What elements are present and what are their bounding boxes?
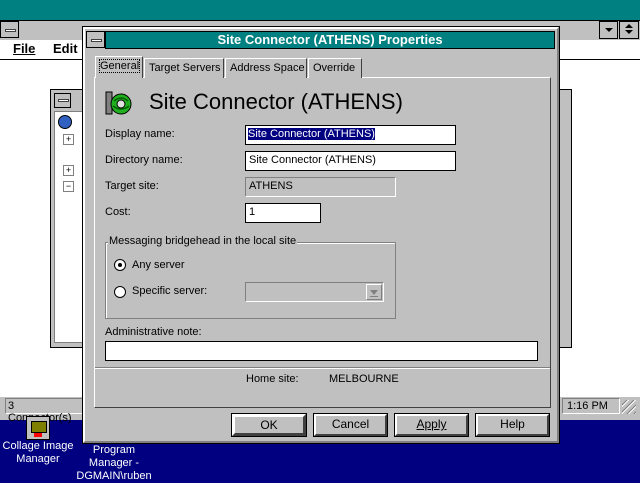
display-name-value: Site Connector (ATHENS) xyxy=(248,128,375,140)
dialog-title-bar[interactable]: Site Connector (ATHENS) Properties xyxy=(105,31,555,49)
directory-name-label: Directory name: xyxy=(105,154,183,166)
dialog-heading: Site Connector (ATHENS) xyxy=(149,89,403,114)
target-site-value: ATHENS xyxy=(249,180,293,192)
restore-button[interactable] xyxy=(619,21,639,39)
dropdown-arrow-icon[interactable] xyxy=(366,284,382,300)
globe-icon xyxy=(58,115,72,129)
cancel-button[interactable]: Cancel xyxy=(313,413,388,437)
dialog-system-menu-button[interactable] xyxy=(86,31,105,48)
bridgehead-group-label: Messaging bridgehead in the local site xyxy=(108,235,298,247)
home-site-label: Home site: xyxy=(246,373,299,385)
menu-edit[interactable]: Edit xyxy=(53,41,78,56)
tab-target-servers[interactable]: Target Servers xyxy=(144,58,224,78)
collage-icon xyxy=(26,416,50,440)
directory-name-field[interactable]: Site Connector (ATHENS) xyxy=(245,151,456,171)
cancel-button-label: Cancel xyxy=(331,417,370,431)
expand-icon[interactable]: + xyxy=(63,134,74,145)
tab-address-space-label: Address Space xyxy=(230,62,305,74)
admin-note-field[interactable] xyxy=(105,341,538,361)
desktop-icon-label: Collage Image xyxy=(2,440,74,452)
collapse-icon[interactable]: − xyxy=(63,181,74,192)
resize-grip-icon[interactable] xyxy=(622,400,636,414)
background-title-bar xyxy=(0,0,640,21)
specific-server-radio[interactable] xyxy=(114,286,126,298)
status-time-text: 1:16 PM xyxy=(567,400,608,412)
status-connectors: 3 Connector(s) xyxy=(5,398,83,424)
any-server-radio[interactable] xyxy=(114,259,126,271)
display-name-field[interactable]: Site Connector (ATHENS) xyxy=(245,125,456,145)
ok-button-label: OK xyxy=(260,418,278,432)
any-server-label[interactable]: Any server xyxy=(132,259,185,271)
tab-general[interactable]: General xyxy=(95,56,143,78)
desktop-icon-label: Manager xyxy=(16,453,60,465)
apply-button-label: Apply xyxy=(416,417,447,431)
desktop-icon-label: DGMAIN\ruben xyxy=(76,470,152,482)
admin-note-label: Administrative note: xyxy=(105,326,202,338)
separator xyxy=(95,367,550,369)
help-button-label: Help xyxy=(500,417,525,431)
apply-button[interactable]: Apply xyxy=(394,413,469,437)
help-button[interactable]: Help xyxy=(475,413,550,437)
bridgehead-group-box xyxy=(105,242,396,319)
minimize-button[interactable] xyxy=(599,21,618,39)
dialog-title: Site Connector (ATHENS) Properties xyxy=(217,32,443,47)
cost-label: Cost: xyxy=(105,206,131,218)
ok-button[interactable]: OK xyxy=(231,413,307,437)
display-name-label: Display name: xyxy=(105,128,175,140)
tab-override[interactable]: Override xyxy=(308,58,362,78)
specific-server-dropdown[interactable] xyxy=(245,282,384,302)
mdi-system-menu-button[interactable] xyxy=(54,93,71,108)
tab-override-label: Override xyxy=(313,62,356,74)
menu-file[interactable]: File xyxy=(13,41,35,56)
desktop-icon-label: Program xyxy=(92,444,136,456)
tab-general-label: General xyxy=(98,59,141,73)
target-site-label: Target site: xyxy=(105,180,159,192)
desktop-icon-collage[interactable]: Collage Image Manager xyxy=(2,414,74,480)
tab-target-servers-label: Target Servers xyxy=(149,62,221,74)
background-system-menu-button[interactable] xyxy=(0,21,19,38)
directory-name-value: Site Connector (ATHENS) xyxy=(249,154,376,166)
specific-server-label[interactable]: Specific server: xyxy=(132,285,207,297)
tab-address-space[interactable]: Address Space xyxy=(225,58,307,78)
site-connector-icon xyxy=(104,89,136,119)
status-time: 1:16 PM xyxy=(562,398,620,414)
home-site-value: MELBOURNE xyxy=(329,373,399,385)
desktop-icon-label: Manager - xyxy=(88,457,140,469)
mdi-tree-pane xyxy=(54,111,84,343)
target-site-field: ATHENS xyxy=(245,177,396,197)
cost-field[interactable]: 1 xyxy=(245,203,321,223)
expand-icon[interactable]: + xyxy=(63,165,74,176)
cost-value: 1 xyxy=(249,206,256,218)
